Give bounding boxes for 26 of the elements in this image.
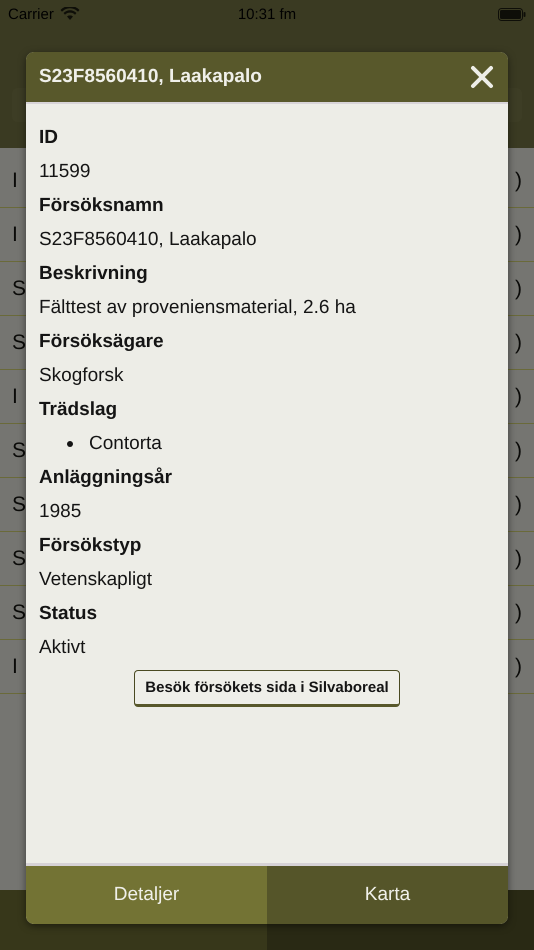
field-label: Status	[39, 602, 98, 626]
field-label: Trädslag	[39, 398, 118, 422]
carrier-label: Carrier	[8, 6, 54, 22]
field-value: 1985	[39, 500, 82, 524]
field-value: Aktivt	[39, 636, 86, 660]
battery-icon	[498, 8, 526, 20]
close-icon[interactable]	[470, 65, 494, 89]
bullet-icon	[67, 441, 73, 447]
field-value: Vetenskapligt	[39, 568, 154, 592]
list-item: Contorta	[89, 432, 162, 456]
tab[interactable]: Detaljer	[26, 866, 267, 924]
tab[interactable]: Karta	[267, 866, 508, 924]
field-label: ID	[39, 126, 59, 150]
website-button[interactable]: Besök försökets sida i Silvaboreal	[134, 670, 400, 707]
wifi-icon	[60, 7, 80, 21]
field-value: Fälttest av proveniensmaterial, 2.6 ha	[39, 296, 357, 320]
field-value: 11599	[39, 160, 92, 184]
status-time: 10:31 fm	[238, 6, 296, 22]
field-label: Beskrivning	[39, 262, 149, 286]
field-label: Försökstyp	[39, 534, 142, 558]
field-value: S23F8560410, Laakapalo	[39, 228, 258, 252]
field-label: Försöksnamn	[39, 194, 165, 218]
field-value: Skogforsk	[39, 364, 124, 388]
field-label: Försöksägare	[39, 330, 165, 354]
field-label: Anläggningsår	[39, 466, 174, 490]
dialog-title: S23F8560410, Laakapalo	[39, 66, 262, 88]
